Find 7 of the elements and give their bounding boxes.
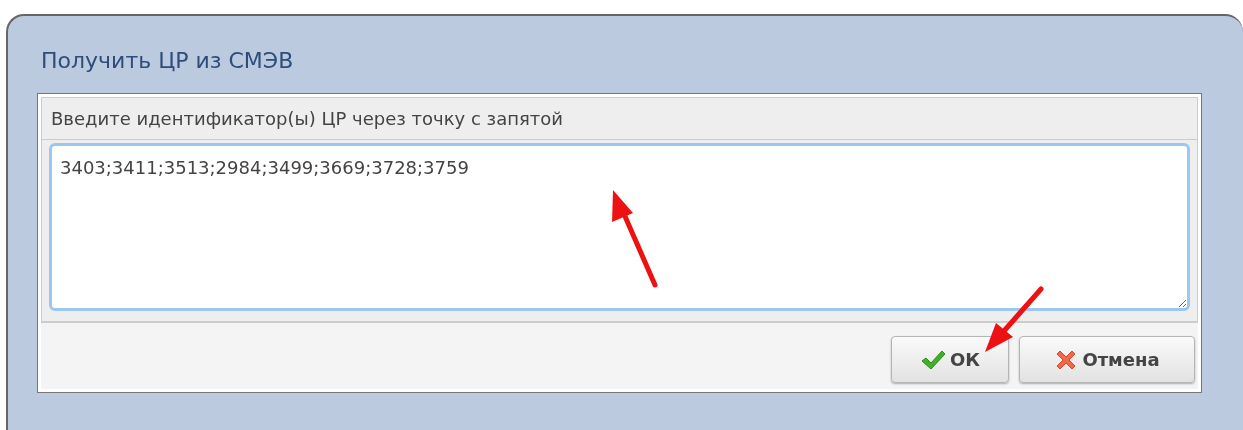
- input-field[interactable]: 3403;3411;3513;2984;3499;3669;3728;3759: [49, 143, 1190, 311]
- field-label: Введите идентификатор(ы) ЦР через точку с запятой: [42, 98, 1197, 140]
- annotation-arrow: [985, 286, 1044, 352]
- check-icon: [920, 348, 946, 371]
- dialog-title: Получить ЦР из СМЭВ: [41, 47, 295, 75]
- ok-button[interactable]: ОК: [891, 336, 1009, 383]
- cancel-button[interactable]: Отмена: [1019, 336, 1195, 383]
